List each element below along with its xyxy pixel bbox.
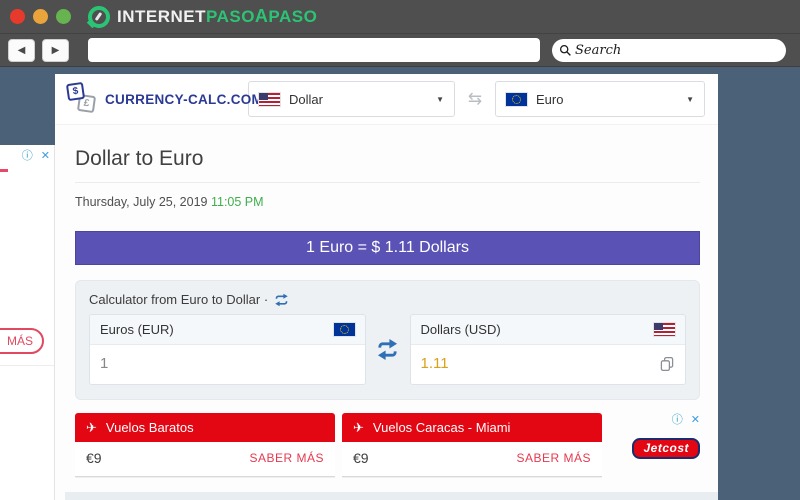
chevron-down-icon: ▼ bbox=[436, 94, 444, 104]
internetpasoapaso-logo: INTERNETPASOAPASO bbox=[117, 6, 317, 27]
adchoices: ⓘ ✕ bbox=[22, 147, 50, 163]
browser-toolbar: ◀ ▶ Search bbox=[0, 33, 800, 67]
currency-calc-logo[interactable]: £ $ CURRENCY-CALC.COM bbox=[65, 79, 263, 119]
forward-icon: ▶ bbox=[51, 44, 60, 56]
currency-calc-page: £ $ CURRENCY-CALC.COM Dollar ▼ ⇆ Euro ▼ bbox=[55, 74, 718, 500]
jetcost-logo[interactable]: Jetcost bbox=[632, 438, 700, 459]
eu-flag-icon bbox=[333, 323, 355, 336]
ad-body: €9 SABER MÁS bbox=[342, 442, 602, 477]
site-header: £ $ CURRENCY-CALC.COM Dollar ▼ ⇆ Euro ▼ bbox=[55, 74, 718, 125]
euro-input-card: Euros (EUR) 1 bbox=[89, 314, 366, 385]
ad-close-icon[interactable]: ✕ bbox=[41, 150, 50, 162]
window-close-button[interactable] bbox=[10, 9, 25, 24]
divider bbox=[0, 365, 54, 366]
calculator-title-row: Calculator from Euro to Dollar · bbox=[89, 292, 686, 307]
saber-mas-link[interactable]: SABER MÁS bbox=[249, 451, 324, 465]
to-currency-select[interactable]: Euro ▼ bbox=[495, 81, 705, 117]
swap-values-button[interactable] bbox=[366, 314, 410, 385]
search-icon bbox=[559, 44, 571, 56]
euro-label: Euros (EUR) bbox=[100, 322, 174, 337]
footer-section bbox=[65, 492, 718, 500]
dollar-output-card: Dollars (USD) 1.11 bbox=[409, 314, 686, 385]
adchoices: ⓘ ✕ bbox=[605, 411, 700, 427]
ad-close-icon[interactable]: ✕ bbox=[691, 414, 700, 426]
logo-word-internet: INTERNET bbox=[117, 7, 206, 26]
date-text: Thursday, July 25, 2019 bbox=[75, 195, 208, 209]
dollar-amount-value: 1.11 bbox=[420, 355, 449, 372]
left-ad: ⓘ ✕ MÁS bbox=[0, 145, 55, 500]
currency-calculator: Calculator from Euro to Dollar · Euros (… bbox=[75, 280, 700, 400]
adchoices-info-icon[interactable]: ⓘ bbox=[672, 414, 683, 426]
brand-name: CURRENCY-CALC.COM bbox=[105, 91, 264, 107]
page-body: Dollar to Euro Thursday, July 25, 2019 1… bbox=[55, 147, 718, 483]
logo-word-paso2: PASO bbox=[268, 7, 318, 26]
logo-word-paso1: PASO bbox=[206, 7, 255, 26]
plane-icon: ✈ bbox=[353, 419, 364, 435]
dollar-card-header: Dollars (USD) bbox=[410, 315, 685, 345]
exchange-rate-banner: 1 Euro = $ 1.11 Dollars bbox=[75, 231, 700, 265]
euro-amount-value: 1 bbox=[100, 355, 109, 372]
swap-currencies-icon[interactable]: ⇆ bbox=[455, 89, 495, 109]
browser-window: INTERNETPASOAPASO ◀ ▶ Search £ $ CURRENC… bbox=[0, 0, 800, 500]
euro-amount-input[interactable]: 1 bbox=[90, 345, 365, 384]
euro-card-header: Euros (EUR) bbox=[90, 315, 365, 345]
eu-flag-icon bbox=[506, 92, 527, 106]
dollar-tag-icon: $ bbox=[65, 81, 86, 102]
saber-mas-link[interactable]: SABER MÁS bbox=[516, 451, 591, 465]
ad-price: €9 bbox=[353, 450, 369, 466]
ad-price: €9 bbox=[86, 450, 102, 466]
ad-header: ✈ Vuelos Baratos bbox=[75, 413, 335, 442]
internetpasoapaso-logo-icon bbox=[88, 5, 110, 28]
ad-body: €9 SABER MÁS bbox=[75, 442, 335, 477]
copy-icon[interactable] bbox=[659, 356, 675, 372]
address-bar[interactable] bbox=[88, 38, 540, 62]
divider bbox=[75, 182, 700, 183]
calculator-title: Calculator from Euro to Dollar · bbox=[89, 292, 269, 307]
back-icon: ◀ bbox=[17, 44, 26, 56]
from-currency-value: Dollar bbox=[289, 91, 323, 107]
refresh-icon[interactable] bbox=[274, 293, 289, 307]
mas-button[interactable]: MÁS bbox=[0, 328, 44, 354]
bottom-ad: ✈ Vuelos Baratos €9 SABER MÁS ✈ Vuelos C… bbox=[75, 413, 700, 483]
calculator-row: Euros (EUR) 1 Dollars (USD) 1.11 bbox=[89, 314, 686, 385]
from-currency-select[interactable]: Dollar ▼ bbox=[248, 81, 455, 117]
window-zoom-button[interactable] bbox=[56, 9, 71, 24]
us-flag-icon bbox=[259, 92, 280, 106]
page-viewport: £ $ CURRENCY-CALC.COM Dollar ▼ ⇆ Euro ▼ bbox=[0, 67, 800, 500]
plane-icon: ✈ bbox=[86, 419, 97, 435]
window-titlebar: INTERNETPASOAPASO bbox=[0, 0, 800, 33]
logo-word-a: A bbox=[254, 6, 269, 26]
dollar-amount-output[interactable]: 1.11 bbox=[410, 345, 685, 384]
search-box[interactable]: Search bbox=[552, 38, 786, 62]
left-ad-graphic bbox=[0, 169, 8, 172]
ad-title: Vuelos Baratos bbox=[105, 420, 194, 435]
us-flag-icon bbox=[654, 323, 675, 336]
forward-button[interactable]: ▶ bbox=[42, 38, 69, 62]
time-text: 11:05 PM bbox=[210, 195, 264, 209]
search-placeholder: Search bbox=[575, 42, 622, 58]
ad-title: Vuelos Caracas - Miami bbox=[372, 420, 511, 435]
back-button[interactable]: ◀ bbox=[8, 38, 35, 62]
swap-values-icon bbox=[377, 339, 398, 360]
ad-card-vuelos-caracas-miami[interactable]: ✈ Vuelos Caracas - Miami €9 SABER MÁS bbox=[342, 413, 602, 483]
to-currency-value: Euro bbox=[536, 91, 564, 107]
chevron-down-icon: ▼ bbox=[686, 94, 694, 104]
ad-card-vuelos-baratos[interactable]: ✈ Vuelos Baratos €9 SABER MÁS bbox=[75, 413, 335, 483]
adchoices-info-icon[interactable]: ⓘ bbox=[22, 150, 33, 162]
dollar-label: Dollars (USD) bbox=[420, 322, 501, 337]
date-row: Thursday, July 25, 2019 11:05 PM bbox=[75, 195, 700, 209]
window-minimize-button[interactable] bbox=[33, 9, 48, 24]
page-title: Dollar to Euro bbox=[75, 147, 204, 170]
ad-header: ✈ Vuelos Caracas - Miami bbox=[342, 413, 602, 442]
ad-side-column: ⓘ ✕ Jetcost bbox=[605, 411, 700, 459]
